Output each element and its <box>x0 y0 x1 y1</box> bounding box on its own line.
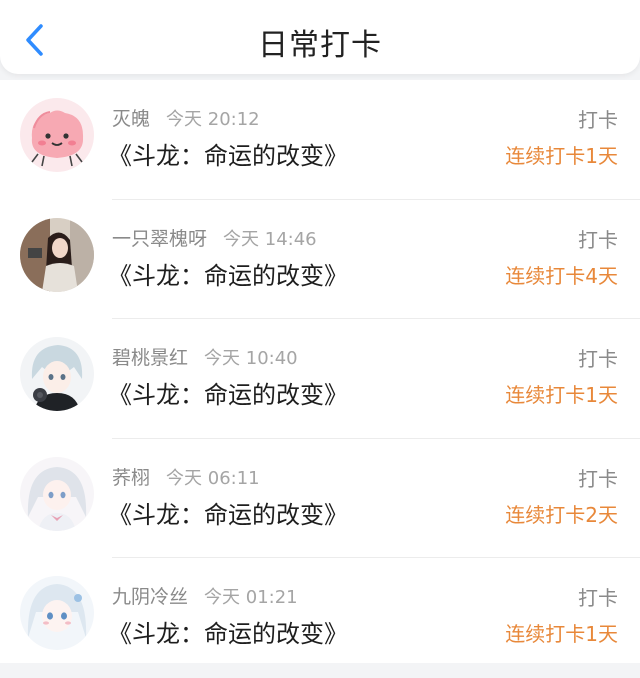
girl-photo-avatar[interactable] <box>20 217 94 292</box>
timestamp: 今天 06:11 <box>166 467 260 489</box>
username[interactable]: 荞栩 <box>112 467 150 489</box>
timestamp: 今天 01:21 <box>204 587 298 608</box>
book-title[interactable]: 《斗龙：命运的改变》 <box>108 495 348 530</box>
list-item[interactable]: 一只翠槐呀 今天 14:46 《斗龙：命运的改变》 打卡 连续打卡4天 <box>0 200 640 319</box>
username[interactable]: 九阴冷丝 <box>112 586 188 608</box>
streak-label: 连续打卡2天 <box>505 502 618 527</box>
username[interactable]: 碧桃景红 <box>112 347 188 369</box>
checkin-button[interactable]: 打卡 <box>578 224 618 253</box>
checkin-button[interactable]: 打卡 <box>578 343 618 372</box>
user-meta: 灭魄 今天 20:12 <box>112 104 260 131</box>
anime-girl-blue-avatar[interactable] <box>20 576 94 650</box>
anime-boy-avatar[interactable] <box>20 337 94 411</box>
page-title: 日常打卡 <box>258 28 382 63</box>
pink-blob-avatar[interactable] <box>20 98 94 172</box>
list-item[interactable]: 碧桃景红 今天 10:40 《斗龙：命运的改变》 打卡 连续打卡1天 <box>0 319 640 439</box>
timestamp: 今天 14:46 <box>223 228 317 250</box>
user-meta: 碧桃景红 今天 10:40 <box>112 343 298 370</box>
list-item[interactable]: 九阴冷丝 今天 01:21 《斗龙：命运的改变》 打卡 连续打卡1天 <box>0 558 640 678</box>
checkin-button[interactable]: 打卡 <box>578 104 618 133</box>
book-title[interactable]: 《斗龙：命运的改变》 <box>108 136 348 171</box>
book-title[interactable]: 《斗龙：命运的改变》 <box>108 256 348 291</box>
list-item[interactable]: 荞栩 今天 06:11 《斗龙：命运的改变》 打卡 连续打卡2天 <box>0 439 640 558</box>
timestamp: 今天 20:12 <box>166 109 260 130</box>
streak-label: 连续打卡1天 <box>505 622 618 646</box>
checkin-list: 灭魄 今天 20:12 《斗龙：命运的改变》 打卡 连续打卡1天 一只翠槐呀 今天 … <box>0 80 640 663</box>
checkin-button[interactable]: 打卡 <box>578 463 618 492</box>
book-title[interactable]: 《斗龙：命运的改变》 <box>108 614 348 649</box>
username[interactable]: 灭魄 <box>112 108 150 130</box>
list-item[interactable]: 灭魄 今天 20:12 《斗龙：命运的改变》 打卡 连续打卡1天 <box>0 80 640 200</box>
user-meta: 荞栩 今天 06:11 <box>112 463 260 490</box>
streak-label: 连续打卡4天 <box>505 263 618 288</box>
anime-girl-avatar[interactable] <box>20 456 94 531</box>
timestamp: 今天 10:40 <box>204 348 298 369</box>
checkin-button[interactable]: 打卡 <box>578 582 618 611</box>
top-bar: 日常打卡 <box>0 0 640 74</box>
book-title[interactable]: 《斗龙：命运的改变》 <box>108 375 348 410</box>
streak-label: 连续打卡1天 <box>505 383 618 407</box>
username[interactable]: 一只翠槐呀 <box>112 228 207 250</box>
streak-label: 连续打卡1天 <box>505 144 618 168</box>
user-meta: 九阴冷丝 今天 01:21 <box>112 582 298 609</box>
user-meta: 一只翠槐呀 今天 14:46 <box>112 224 317 251</box>
